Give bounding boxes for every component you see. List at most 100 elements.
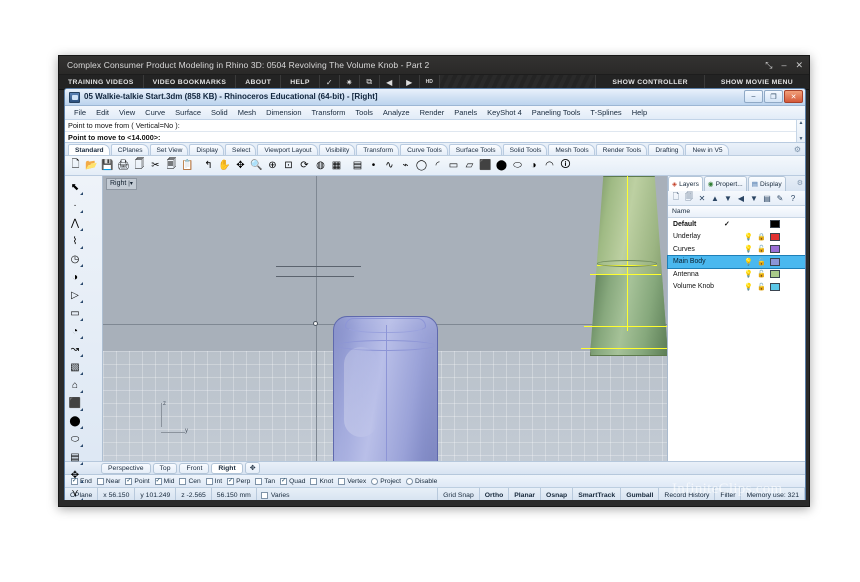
point-object-icon[interactable]: · <box>66 196 84 214</box>
viewport-tab-top[interactable]: Top <box>152 462 178 474</box>
select-arrow-icon[interactable]: ⬉ <box>66 178 84 196</box>
sweep-icon[interactable]: ⌂ <box>66 376 84 394</box>
osnap-perp-checkbox[interactable]: ✓ <box>227 477 235 485</box>
restore-icon[interactable]: ⤡ <box>765 59 772 71</box>
menu-curve[interactable]: Curve <box>140 108 170 117</box>
training-videos-button[interactable]: TRAINING VIDEOS <box>59 75 144 89</box>
osnap-disable-checkbox[interactable] <box>406 477 414 485</box>
tab-standard[interactable]: Standard <box>68 144 110 155</box>
menu-render[interactable]: Render <box>415 108 450 117</box>
osnap-point[interactable]: ✓ Point <box>125 477 150 485</box>
layer-unlock-icon[interactable]: 🔓 <box>757 283 766 291</box>
menu-transform[interactable]: Transform <box>307 108 351 117</box>
layer-row-default[interactable]: Default ✓ <box>668 218 805 231</box>
ellipse-icon[interactable]: ◑ <box>66 268 84 286</box>
viewport-tab-perspective[interactable]: Perspective <box>101 462 151 474</box>
tab-properties[interactable]: ◉ Propert... <box>703 176 747 191</box>
menu-tools[interactable]: Tools <box>350 108 378 117</box>
osnap-disable[interactable]: Disable <box>406 477 437 485</box>
layer-color-swatch[interactable] <box>770 245 780 254</box>
copy-icon[interactable]: 🗐 <box>164 158 179 174</box>
boolean-icon[interactable]: ◑ <box>526 158 541 174</box>
osnap-vertex[interactable]: Vertex <box>338 477 366 485</box>
zoom-icon[interactable]: 🔍 <box>249 158 264 174</box>
delete-layer-icon[interactable]: ✕ <box>696 192 708 205</box>
save-icon[interactable]: 💾 <box>100 158 115 174</box>
help-button[interactable]: HELP <box>281 75 320 89</box>
move-icon[interactable]: ✥ <box>233 158 248 174</box>
tab-drafting[interactable]: Drafting <box>648 144 685 155</box>
layer-icon[interactable]: ▤ <box>350 158 365 174</box>
panel-options-gear-icon[interactable]: ⚙ <box>797 179 803 187</box>
osnap-perp[interactable]: ✓ Perp <box>227 477 250 485</box>
osnap-project[interactable]: Project <box>371 477 401 485</box>
osnap-tan[interactable]: Tan <box>255 477 275 485</box>
polyline-icon[interactable]: ⌁ <box>398 158 413 174</box>
layer-visibility-bulb-icon[interactable]: 💡 <box>744 233 753 241</box>
layer-lock-icon[interactable]: 🔒 <box>757 233 766 241</box>
next-icon[interactable]: ▶ <box>399 75 420 89</box>
layer-visibility-bulb-icon[interactable]: 💡 <box>744 270 753 278</box>
viewport-label[interactable]: Right |▾ <box>106 178 137 190</box>
print-icon[interactable]: 🖨 <box>116 158 131 174</box>
layer-color-swatch[interactable] <box>770 270 780 279</box>
freeform-curve-icon[interactable]: ↝ <box>66 340 84 358</box>
analyze-icon[interactable]: 🛈 <box>558 158 573 174</box>
cylinder-icon[interactable]: ⬭ <box>510 158 525 174</box>
control-point-curve-icon[interactable]: ⌇ <box>66 232 84 250</box>
tab-viewport-layout[interactable]: Viewport Layout <box>257 144 318 155</box>
menu-paneling-tools[interactable]: Paneling Tools <box>527 108 586 117</box>
tab-display[interactable]: ▤ Display <box>747 176 786 191</box>
about-button[interactable]: ABOUT <box>236 75 282 89</box>
close-button[interactable]: ✕ <box>784 90 803 103</box>
point-icon[interactable]: • <box>366 158 381 174</box>
layer-color-swatch[interactable] <box>770 257 780 266</box>
arc-icon[interactable]: ◔ <box>66 322 84 340</box>
layer-color-swatch[interactable] <box>260 491 268 499</box>
toolbar-options-gear-icon[interactable]: ⚙ <box>794 145 801 154</box>
pan-icon[interactable]: ✋ <box>217 158 232 174</box>
layer-color-swatch[interactable] <box>770 220 780 229</box>
extrude-icon[interactable]: ▤ <box>66 448 84 466</box>
layer-row-underlay[interactable]: Underlay 💡 🔒 <box>668 231 805 244</box>
tab-surface-tools[interactable]: Surface Tools <box>448 144 502 155</box>
tab-new-in-v5[interactable]: New in V5 <box>685 144 729 155</box>
tab-render-tools[interactable]: Render Tools <box>595 144 648 155</box>
menu-analyze[interactable]: Analyze <box>378 108 415 117</box>
osnap-tan-checkbox[interactable] <box>255 477 263 485</box>
prev-icon[interactable]: ◀ <box>379 75 400 89</box>
move-up-icon[interactable]: ▲ <box>709 192 721 205</box>
osnap-vertex-checkbox[interactable] <box>338 477 346 485</box>
fillet-icon[interactable]: ◠ <box>542 158 557 174</box>
zoom-window-icon[interactable]: ⊡ <box>281 158 296 174</box>
tab-layers[interactable]: ◈ Layers <box>668 176 703 191</box>
osnap-int[interactable]: Int <box>205 477 222 485</box>
osnap-quad-checkbox[interactable]: ✓ <box>280 477 288 485</box>
menu-solid[interactable]: Solid <box>206 108 233 117</box>
osnap-point-checkbox[interactable]: ✓ <box>125 477 133 485</box>
viewport-tab-right[interactable]: Right <box>211 462 243 474</box>
sphere-icon[interactable]: ⬤ <box>494 158 509 174</box>
layer-row-volume-knob[interactable]: Volume Knob 💡 🔓 <box>668 281 805 294</box>
add-viewport-icon[interactable]: ✥ <box>244 462 261 474</box>
zoom-extents-icon[interactable]: ⊕ <box>265 158 280 174</box>
menu-view[interactable]: View <box>114 108 140 117</box>
osnap-mid-checkbox[interactable]: ✓ <box>154 477 162 485</box>
paste-icon[interactable]: 📋 <box>180 158 195 174</box>
layer-row-antenna[interactable]: Antenna 💡 🔓 <box>668 268 805 281</box>
cut-icon[interactable]: ✂ <box>148 158 163 174</box>
help-icon[interactable]: ? <box>787 192 799 205</box>
filter-icon[interactable]: ▼ <box>748 192 760 205</box>
tab-cplanes[interactable]: CPlanes <box>110 144 149 155</box>
osnap-int-checkbox[interactable] <box>205 477 213 485</box>
chevron-down-icon[interactable]: |▾ <box>128 181 133 187</box>
box-icon[interactable]: ⬛ <box>478 158 493 174</box>
osnap-cen[interactable]: Cen <box>179 477 201 485</box>
tab-select[interactable]: Select <box>225 144 257 155</box>
surface-from-curves-icon[interactable]: ▧ <box>66 358 84 376</box>
osnap-knot-checkbox[interactable] <box>310 477 318 485</box>
layer-visibility-bulb-icon[interactable]: 💡 <box>744 258 753 266</box>
layer-properties-icon[interactable]: ▤ <box>761 192 773 205</box>
layer-visibility-bulb-icon[interactable]: 💡 <box>744 245 753 253</box>
layer-row-curves[interactable]: Curves 💡 🔓 <box>668 243 805 256</box>
